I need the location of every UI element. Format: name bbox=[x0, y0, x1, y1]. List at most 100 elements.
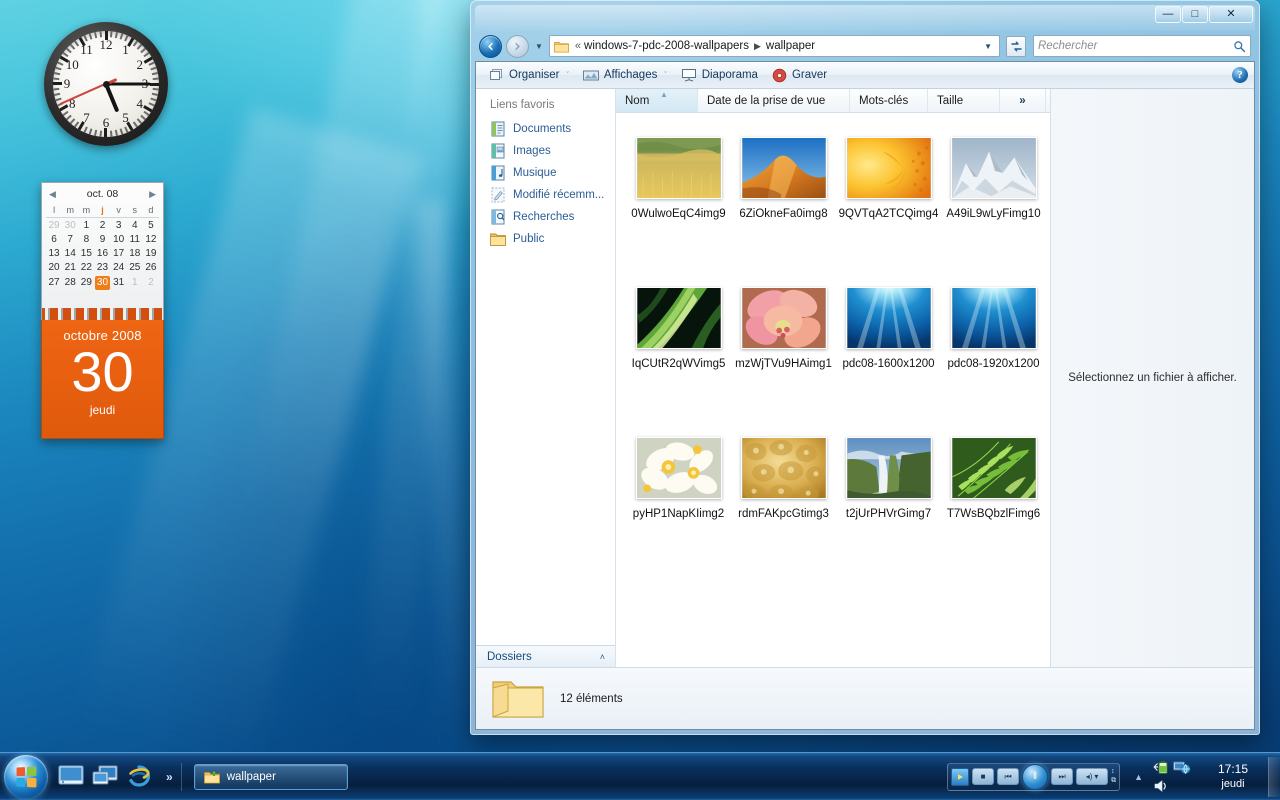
media-previous-button[interactable]: ⏮ bbox=[997, 768, 1020, 785]
calendar-day-cell[interactable]: 14 bbox=[62, 246, 78, 260]
file-thumbnail-wheat-field[interactable] bbox=[635, 137, 722, 199]
calendar-day-cell[interactable]: 17 bbox=[111, 246, 127, 260]
burn-button[interactable]: Graver bbox=[765, 64, 834, 86]
column-header-mots-cl-s[interactable]: Mots-clés bbox=[850, 89, 928, 112]
breadcrumb-item-0[interactable]: windows-7-pdc-2008-wallpapers bbox=[584, 40, 749, 52]
network-icon[interactable] bbox=[1173, 760, 1191, 775]
file-thumbnail-snow-mountains[interactable] bbox=[950, 137, 1037, 199]
column-header-date-de-la-prise-de-vue[interactable]: Date de la prise de vue bbox=[698, 89, 850, 112]
media-next-button[interactable]: ⏭ bbox=[1051, 768, 1074, 785]
file-thumbnail-pink-flower[interactable] bbox=[740, 287, 827, 349]
file-item[interactable]: rdmFAKpcGtimg3 bbox=[731, 429, 836, 579]
media-restore-icon[interactable]: ⧉ bbox=[1111, 777, 1116, 785]
chevron-down-icon[interactable]: ˇ bbox=[567, 72, 569, 79]
clock-gadget[interactable]: 121234567891011 bbox=[44, 22, 168, 146]
file-item[interactable]: pdc08-1600x1200 bbox=[836, 279, 941, 429]
file-thumbnail-waterfall[interactable] bbox=[845, 437, 932, 499]
calendar-day-cell[interactable]: 16 bbox=[94, 246, 110, 260]
breadcrumb-item-1[interactable]: wallpaper bbox=[766, 40, 815, 52]
calendar-day-cell[interactable]: 18 bbox=[127, 246, 143, 260]
calendar-day-cell[interactable]: 20 bbox=[46, 260, 62, 274]
battery-icon[interactable] bbox=[1153, 760, 1170, 775]
file-item[interactable]: IqCUtR2qWVimg5 bbox=[626, 279, 731, 429]
sidebar-item-musique[interactable]: Musique bbox=[476, 162, 615, 184]
media-player-toolbar[interactable]: ■ ⏮ ‖ ⏭ ◂) ▾ ↕ ⧉ bbox=[947, 762, 1121, 791]
calendar-day-cell[interactable]: 9 bbox=[94, 232, 110, 246]
media-player-icon[interactable] bbox=[951, 767, 970, 786]
sidebar-item-images[interactable]: Images bbox=[476, 140, 615, 162]
calendar-day-cell[interactable]: 22 bbox=[78, 260, 94, 274]
calendar-day-cell[interactable]: 25 bbox=[127, 260, 143, 274]
calendar-day-cell[interactable]: 21 bbox=[62, 260, 78, 274]
clock-tray[interactable]: 17:15 jeudi bbox=[1202, 762, 1264, 792]
calendar-day-cell[interactable]: 28 bbox=[62, 274, 78, 291]
calendar-day-cell[interactable]: 2 bbox=[94, 218, 110, 233]
file-item[interactable]: t2jUrPHVrGimg7 bbox=[836, 429, 941, 579]
switch-windows-icon[interactable] bbox=[92, 764, 118, 790]
calendar-day-cell[interactable]: 4 bbox=[127, 218, 143, 233]
file-thumbnail-blue-light-burst[interactable] bbox=[950, 287, 1037, 349]
calendar-gadget[interactable]: ◀ oct. 08 ▶ lmmjvsd 29 30 1 2 3 4 5 6 7 8 9 10 11 12 1… bbox=[41, 182, 164, 439]
breadcrumb-separator[interactable]: ▶ bbox=[754, 41, 761, 52]
column-header-row[interactable]: Nom ▲ Date de la prise de vue Mots-clés Tail… bbox=[616, 89, 1050, 113]
file-item[interactable]: A49iL9wLyFimg10 bbox=[941, 129, 1046, 279]
back-button[interactable] bbox=[479, 34, 502, 58]
search-input[interactable]: Rechercher bbox=[1038, 40, 1233, 52]
calendar-grid[interactable]: lmmjvsd 29 30 1 2 3 4 5 6 7 8 9 10 11 12 13 14 15 16 17 18 1… bbox=[46, 204, 159, 291]
column-header-[interactable]: » bbox=[1000, 89, 1046, 112]
sidebar-item-public[interactable]: Public bbox=[476, 228, 615, 250]
views-button[interactable]: Affichages ˇ bbox=[576, 64, 674, 86]
sidebar-item-documents[interactable]: Documents bbox=[476, 118, 615, 140]
close-button[interactable]: ✕ bbox=[1209, 6, 1253, 23]
calendar-day-cell[interactable]: 27 bbox=[46, 274, 62, 291]
window-titlebar[interactable]: — □ ✕ bbox=[475, 5, 1255, 31]
calendar-day-cell[interactable]: 8 bbox=[78, 232, 94, 246]
calendar-today-panel[interactable]: octobre 2008 30 jeudi bbox=[41, 320, 164, 439]
calendar-day-cell[interactable]: 31 bbox=[111, 274, 127, 291]
calendar-day-cell[interactable]: 10 bbox=[111, 232, 127, 246]
file-item[interactable]: pyHP1NapKIimg2 bbox=[626, 429, 731, 579]
history-dropdown-button[interactable]: ▼ bbox=[533, 42, 545, 51]
calendar-month-view[interactable]: ◀ oct. 08 ▶ lmmjvsd 29 30 1 2 3 4 5 6 7 8 9 10 11 12 1… bbox=[41, 182, 164, 308]
start-button[interactable] bbox=[4, 754, 48, 799]
sidebar-item-modifi-r-cemm[interactable]: Modifié récemm... bbox=[476, 184, 615, 206]
folders-pane-toggle[interactable]: Dossiers ˄ bbox=[476, 645, 615, 667]
file-thumbnail-sand-dune[interactable] bbox=[740, 137, 827, 199]
calendar-day-cell[interactable]: 30 bbox=[62, 218, 78, 233]
file-item[interactable]: 6ZiOkneFa0img8 bbox=[731, 129, 836, 279]
address-bar[interactable]: « windows-7-pdc-2008-wallpapers ▶ wallpa… bbox=[548, 35, 1000, 57]
calendar-day-cell[interactable]: 29 bbox=[78, 274, 94, 291]
calendar-day-cell[interactable]: 29 bbox=[46, 218, 62, 233]
calendar-day-cell[interactable]: 13 bbox=[46, 246, 62, 260]
media-volume-button[interactable]: ◂) ▾ bbox=[1076, 768, 1109, 785]
show-desktop-button[interactable] bbox=[1268, 756, 1280, 797]
calendar-next-month-button[interactable]: ▶ bbox=[149, 189, 156, 199]
file-thumbnail-golden-texture[interactable] bbox=[740, 437, 827, 499]
calendar-day-cell[interactable]: 26 bbox=[143, 260, 159, 274]
file-item[interactable]: mzWjTVu9HAimg1 bbox=[731, 279, 836, 429]
media-resize-icon[interactable]: ↕ bbox=[1111, 768, 1116, 775]
calendar-day-cell[interactable]: 1 bbox=[127, 274, 143, 291]
media-stop-button[interactable]: ■ bbox=[972, 768, 995, 785]
media-band-handles[interactable]: ↕ ⧉ bbox=[1111, 768, 1116, 785]
calendar-day-cell[interactable]: 2 bbox=[143, 274, 159, 291]
calendar-day-cell[interactable]: 5 bbox=[143, 218, 159, 233]
minimize-button[interactable]: — bbox=[1155, 6, 1181, 23]
search-box[interactable]: Rechercher bbox=[1033, 35, 1251, 57]
show-hidden-icons-button[interactable]: ▲ bbox=[1134, 772, 1143, 782]
favorites-list[interactable]: Documents Images Musique Modifié récemm... R… bbox=[476, 118, 615, 250]
volume-icon[interactable] bbox=[1153, 779, 1170, 793]
forward-button[interactable] bbox=[506, 34, 529, 58]
calendar-day-cell[interactable]: 6 bbox=[46, 232, 62, 246]
calendar-day-cell[interactable]: 1 bbox=[78, 218, 94, 233]
file-grid[interactable]: 0WulwoEqC4img9 6ZiOkneFa0img8 9QVTqA2TCQim… bbox=[616, 113, 1050, 667]
column-header-taille[interactable]: Taille bbox=[928, 89, 1000, 112]
file-thumbnail-fern[interactable] bbox=[950, 437, 1037, 499]
calendar-day-cell[interactable]: 11 bbox=[127, 232, 143, 246]
file-item[interactable]: 9QVTqA2TCQimg4 bbox=[836, 129, 941, 279]
file-thumbnail-blue-light-burst[interactable] bbox=[845, 287, 932, 349]
explorer-window[interactable]: — □ ✕ ▼ « windows-7-pdc-2008-wallpapers … bbox=[470, 0, 1260, 735]
show-desktop-icon[interactable] bbox=[58, 764, 84, 790]
file-thumbnail-plumeria[interactable] bbox=[635, 437, 722, 499]
internet-explorer-icon[interactable] bbox=[126, 764, 152, 790]
